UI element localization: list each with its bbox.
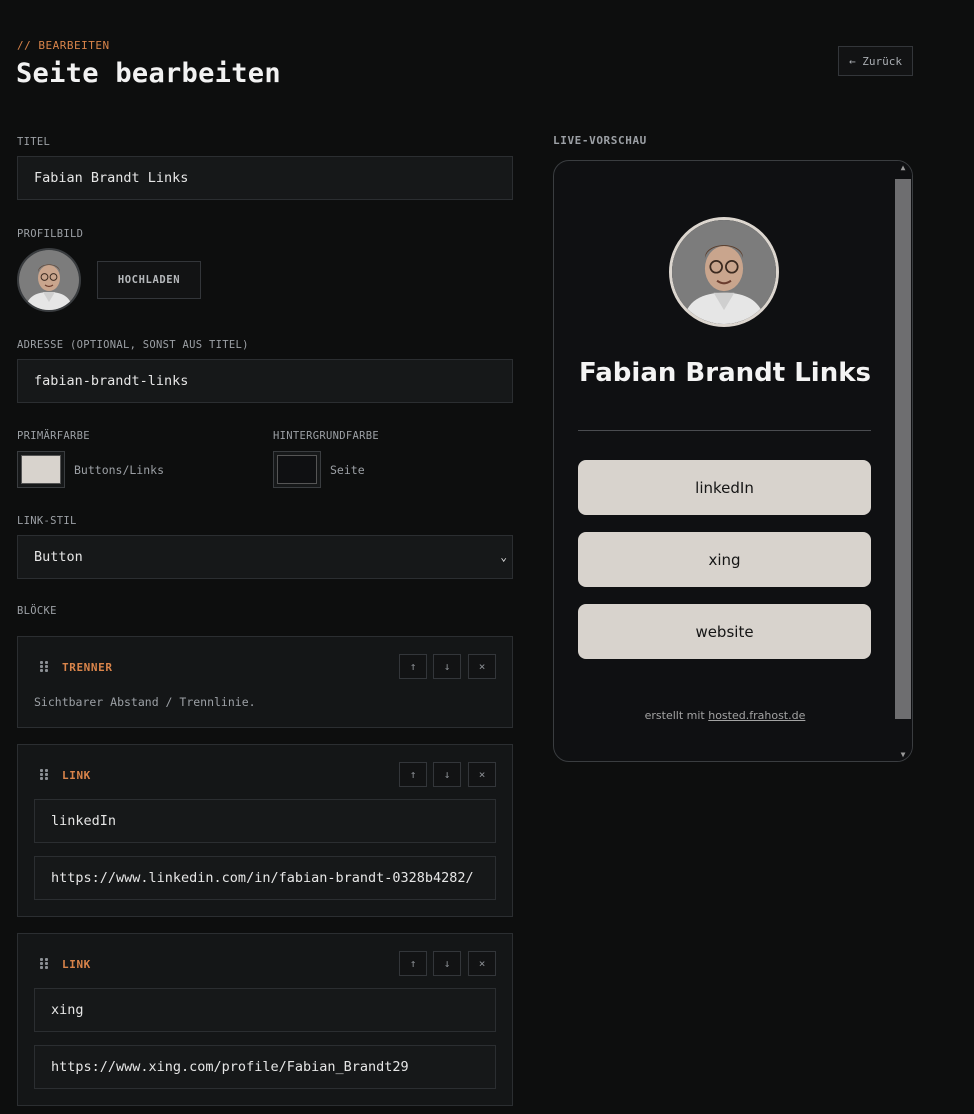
address-label: ADRESSE (OPTIONAL, SONST AUS TITEL) bbox=[17, 339, 249, 351]
preview-title: Fabian Brandt Links bbox=[579, 358, 871, 388]
primary-color-swatch bbox=[21, 455, 61, 484]
move-down-button[interactable]: ↓ bbox=[433, 951, 461, 976]
drag-handle-icon[interactable] bbox=[40, 661, 50, 673]
move-down-button[interactable]: ↓ bbox=[433, 762, 461, 787]
profile-avatar bbox=[17, 248, 81, 312]
remove-block-button[interactable]: × bbox=[468, 654, 496, 679]
link-label-input[interactable]: linkedIn bbox=[34, 799, 496, 843]
section-eyebrow: // BEARBEITEN bbox=[17, 39, 110, 52]
preview-scrollbar[interactable]: ▲ ▼ bbox=[894, 161, 912, 761]
background-color-caption: Seite bbox=[330, 463, 365, 477]
title-label: TITEL bbox=[17, 136, 51, 148]
blocks-label: BLÖCKE bbox=[17, 605, 57, 617]
link-url-input[interactable]: https://www.xing.com/profile/Fabian_Bran… bbox=[34, 1045, 496, 1089]
page-title: Seite bearbeiten bbox=[16, 58, 281, 89]
upload-button[interactable]: HOCHLADEN bbox=[97, 261, 201, 299]
remove-block-button[interactable]: × bbox=[468, 951, 496, 976]
live-preview-frame: Fabian Brandt Links linkedIn xing websit… bbox=[553, 160, 913, 762]
chevron-down-icon: ⌄ bbox=[500, 550, 507, 564]
block-type-label: LINK bbox=[62, 769, 91, 782]
move-up-button[interactable]: ↑ bbox=[399, 951, 427, 976]
primary-color-label: PRIMÄRFARBE bbox=[17, 430, 90, 442]
link-style-select[interactable]: Button ⌄ bbox=[17, 535, 513, 579]
primary-color-caption: Buttons/Links bbox=[74, 463, 165, 477]
background-color-label: HINTERGRUNDFARBE bbox=[273, 430, 379, 442]
scrollbar-thumb[interactable] bbox=[895, 179, 911, 719]
block-description: Sichtbarer Abstand / Trennlinie. bbox=[34, 695, 256, 709]
preview-link-button[interactable]: xing bbox=[578, 532, 871, 587]
link-label-input[interactable]: xing bbox=[34, 988, 496, 1032]
remove-block-button[interactable]: × bbox=[468, 762, 496, 787]
link-url-input[interactable]: https://www.linkedin.com/in/fabian-brand… bbox=[34, 856, 496, 900]
block-type-label: LINK bbox=[62, 958, 91, 971]
preview-divider bbox=[578, 430, 871, 431]
drag-handle-icon[interactable] bbox=[40, 958, 50, 970]
profile-image-label: PROFILBILD bbox=[17, 228, 84, 240]
block-type-label: TRENNER bbox=[62, 661, 113, 674]
move-down-button[interactable]: ↓ bbox=[433, 654, 461, 679]
background-color-picker[interactable] bbox=[273, 451, 321, 488]
live-preview-label: LIVE-VORSCHAU bbox=[553, 134, 647, 147]
move-up-button[interactable]: ↑ bbox=[399, 654, 427, 679]
back-button[interactable]: ← Zurück bbox=[838, 46, 913, 76]
link-style-value: Button bbox=[34, 549, 83, 565]
move-up-button[interactable]: ↑ bbox=[399, 762, 427, 787]
drag-handle-icon[interactable] bbox=[40, 769, 50, 781]
preview-footer: erstellt mit hosted.frahost.de bbox=[554, 709, 896, 722]
avatar-photo-icon bbox=[672, 220, 776, 324]
preview-link-button[interactable]: website bbox=[578, 604, 871, 659]
block-link: LINK ↑ ↓ × linkedIn https://www.linkedin… bbox=[17, 744, 513, 917]
block-divider: TRENNER ↑ ↓ × Sichtbarer Abstand / Trenn… bbox=[17, 636, 513, 728]
preview-avatar bbox=[669, 217, 779, 327]
footer-link[interactable]: hosted.frahost.de bbox=[708, 709, 805, 722]
preview-link-button[interactable]: linkedIn bbox=[578, 460, 871, 515]
link-style-label: LINK-STIL bbox=[17, 515, 77, 527]
footer-prefix: erstellt mit bbox=[644, 709, 705, 722]
primary-color-picker[interactable] bbox=[17, 451, 65, 488]
block-link: LINK ↑ ↓ × xing https://www.xing.com/pro… bbox=[17, 933, 513, 1106]
title-input[interactable]: Fabian Brandt Links bbox=[17, 156, 513, 200]
avatar-photo-icon bbox=[19, 250, 79, 310]
address-input[interactable]: fabian-brandt-links bbox=[17, 359, 513, 403]
background-color-swatch bbox=[277, 455, 317, 484]
scroll-up-icon[interactable]: ▲ bbox=[897, 163, 909, 172]
scroll-down-icon[interactable]: ▼ bbox=[897, 750, 909, 759]
